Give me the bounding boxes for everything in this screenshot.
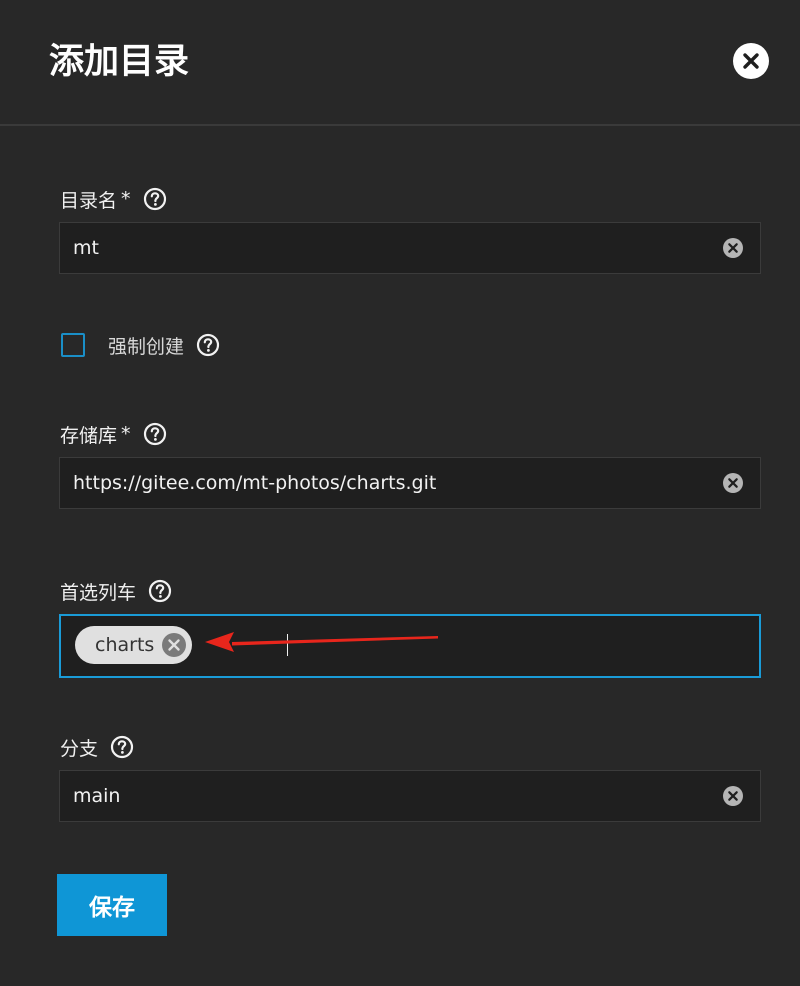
close-icon bbox=[743, 53, 759, 69]
help-circle-icon[interactable] bbox=[196, 333, 220, 357]
repository-field bbox=[59, 457, 761, 509]
chip-remove-icon[interactable] bbox=[162, 633, 187, 657]
repository-label: 存储库 bbox=[60, 424, 118, 447]
branch-input[interactable] bbox=[73, 771, 703, 821]
close-button[interactable] bbox=[733, 43, 769, 79]
required-mark: * bbox=[121, 188, 131, 210]
help-circle-icon[interactable] bbox=[143, 187, 167, 211]
save-button[interactable]: 保存 bbox=[57, 874, 167, 936]
text-caret bbox=[287, 634, 288, 656]
add-catalog-dialog: 添加目录 目录名 * 强制创建 bbox=[0, 0, 800, 986]
catalog-name-label: 目录名 bbox=[60, 189, 118, 212]
clear-circle-icon[interactable] bbox=[723, 238, 743, 258]
preferred-trains-label: 首选列车 bbox=[60, 581, 137, 604]
dialog-title: 添加目录 bbox=[49, 42, 190, 82]
clear-circle-icon[interactable] bbox=[723, 786, 743, 806]
catalog-name-field bbox=[59, 222, 761, 274]
clear-circle-icon[interactable] bbox=[723, 473, 743, 493]
force-create-label: 强制创建 bbox=[108, 335, 185, 358]
help-circle-icon[interactable] bbox=[110, 735, 134, 759]
branch-label-row: 分支 bbox=[60, 733, 134, 761]
preferred-trains-field[interactable]: charts bbox=[59, 614, 761, 678]
repository-label-row: 存储库 * bbox=[60, 420, 167, 448]
help-circle-icon[interactable] bbox=[143, 422, 167, 446]
required-mark: * bbox=[121, 423, 131, 445]
preferred-trains-label-row: 首选列车 bbox=[60, 577, 172, 605]
force-create-row: 强制创建 bbox=[61, 331, 220, 359]
train-chip: charts bbox=[75, 626, 193, 664]
repository-input[interactable] bbox=[73, 458, 703, 508]
catalog-name-label-row: 目录名 * bbox=[60, 185, 167, 213]
dialog-header: 添加目录 bbox=[0, 0, 800, 126]
catalog-name-input[interactable] bbox=[73, 223, 703, 273]
train-chip-label: charts bbox=[95, 634, 155, 656]
branch-field bbox=[59, 770, 761, 822]
branch-label: 分支 bbox=[60, 737, 99, 760]
help-circle-icon[interactable] bbox=[148, 579, 172, 603]
force-create-checkbox[interactable] bbox=[61, 333, 85, 357]
